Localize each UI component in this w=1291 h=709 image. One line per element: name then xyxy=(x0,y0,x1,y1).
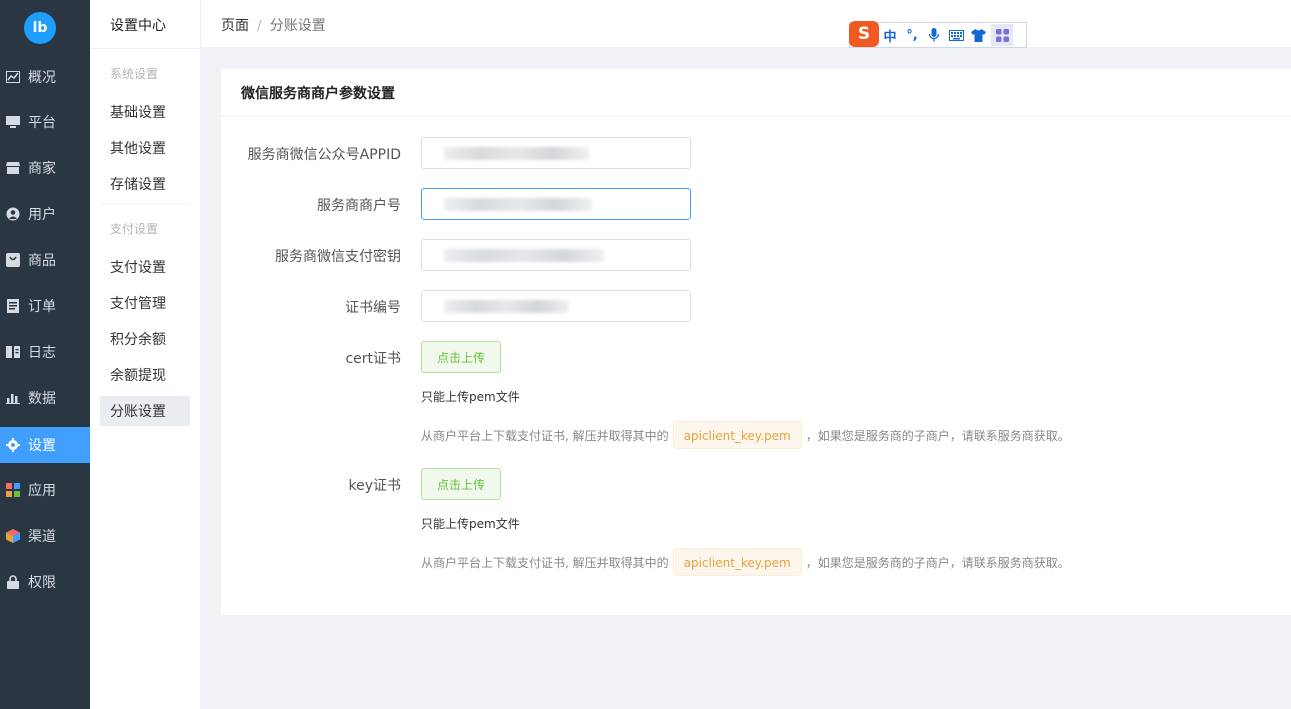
panel-title: 微信服务商商户参数设置 xyxy=(241,86,395,102)
top-header: 页面 / 分账设置 xyxy=(201,0,1291,48)
apps-icon xyxy=(6,483,20,497)
divider xyxy=(221,116,1291,117)
key-instruction: 从商户平台上下载支付证书, 解压并取得其中的 apiclient_key.pem… xyxy=(421,548,1070,576)
cube-icon xyxy=(6,529,20,543)
divider xyxy=(100,203,190,204)
instruction-text: 从商户平台上下载支付证书, 解压并取得其中的 xyxy=(421,428,669,443)
nav-label: 设置 xyxy=(28,438,56,454)
submenu-item-basic[interactable]: 基础设置 xyxy=(100,97,190,127)
nav-item-goods[interactable]: 商品 xyxy=(0,242,90,278)
nav-label: 权限 xyxy=(28,575,56,591)
order-icon xyxy=(6,299,20,313)
app-logo[interactable]: lb xyxy=(24,12,56,44)
ime-toolbar: S 中 °, xyxy=(849,21,1027,48)
bar-chart-icon xyxy=(6,391,20,405)
nav-label: 渠道 xyxy=(28,529,56,545)
redacted-value xyxy=(444,198,592,211)
field-label-key: key证书 xyxy=(348,478,401,494)
submenu-group-system: 系统设置 xyxy=(110,67,159,81)
submenu-item-payment-settings[interactable]: 支付设置 xyxy=(100,252,190,282)
key-upload-button[interactable]: 点击上传 xyxy=(421,468,501,500)
nav-item-user[interactable]: 用户 xyxy=(0,196,90,232)
nav-label: 订单 xyxy=(28,299,56,315)
field-label-pay-key: 服务商微信支付密钥 xyxy=(275,249,401,265)
nav-item-settings[interactable]: 设置 xyxy=(0,427,90,463)
nav-item-apps[interactable]: 应用 xyxy=(0,472,90,508)
breadcrumb-current: 分账设置 xyxy=(269,18,326,34)
settings-panel: 微信服务商商户参数设置 服务商微信公众号APPID 服务商商户号 服务商微信支付… xyxy=(221,69,1291,615)
redacted-value xyxy=(444,249,604,262)
nav-item-order[interactable]: 订单 xyxy=(0,288,90,324)
cert-upload-hint: 只能上传pem文件 xyxy=(421,390,520,404)
pay-key-input[interactable] xyxy=(421,239,691,271)
submenu-item-storage[interactable]: 存储设置 xyxy=(100,169,190,199)
user-icon xyxy=(6,207,20,221)
log-icon xyxy=(6,345,20,359)
instruction-text: 从商户平台上下载支付证书, 解压并取得其中的 xyxy=(421,555,669,570)
nav-item-platform[interactable]: 平台 xyxy=(0,104,90,140)
microphone-icon[interactable] xyxy=(923,24,945,46)
chart-icon xyxy=(6,70,20,84)
keyboard-icon[interactable] xyxy=(945,24,967,46)
cert-upload-button[interactable]: 点击上传 xyxy=(421,341,501,373)
nav-item-merchant[interactable]: 商家 xyxy=(0,150,90,186)
store-icon xyxy=(6,161,20,175)
nav-label: 日志 xyxy=(28,345,56,361)
sogou-logo-icon[interactable]: S xyxy=(849,21,879,47)
appid-input[interactable] xyxy=(421,137,691,169)
filename-tag: apiclient_key.pem xyxy=(672,548,802,576)
submenu-group-payment: 支付设置 xyxy=(110,222,159,236)
submenu-title: 设置中心 xyxy=(110,18,166,34)
nav-item-permission[interactable]: 权限 xyxy=(0,564,90,600)
redacted-value xyxy=(444,300,569,313)
nav-label: 数据 xyxy=(28,391,56,407)
nav-label: 商品 xyxy=(28,253,56,269)
field-label-cert-serial: 证书编号 xyxy=(345,300,401,316)
key-upload-hint: 只能上传pem文件 xyxy=(421,517,520,531)
field-label-appid: 服务商微信公众号APPID xyxy=(247,147,401,163)
instruction-text: ，如果您是服务商的子商户，请联系服务商获取。 xyxy=(805,428,1070,443)
cert-instruction: 从商户平台上下载支付证书, 解压并取得其中的 apiclient_key.pem… xyxy=(421,421,1070,449)
submenu-item-payment-management[interactable]: 支付管理 xyxy=(100,288,190,318)
redacted-value xyxy=(444,147,589,160)
submenu-item-balance-withdraw[interactable]: 余额提现 xyxy=(100,360,190,390)
nav-label: 商家 xyxy=(28,161,56,177)
monitor-icon xyxy=(6,115,20,129)
lock-icon xyxy=(6,575,20,589)
nav-item-log[interactable]: 日志 xyxy=(0,334,90,370)
nav-item-data[interactable]: 数据 xyxy=(0,380,90,416)
nav-label: 平台 xyxy=(28,115,56,131)
nav-item-channel[interactable]: 渠道 xyxy=(0,518,90,554)
cert-serial-input[interactable] xyxy=(421,290,691,322)
merchant-id-input[interactable] xyxy=(421,188,691,220)
gear-icon xyxy=(6,438,20,452)
skin-shirt-icon[interactable] xyxy=(967,24,989,46)
toolbox-icon[interactable] xyxy=(991,24,1013,46)
instruction-text: ，如果您是服务商的子商户，请联系服务商获取。 xyxy=(805,555,1070,570)
ime-language-toggle[interactable]: 中 xyxy=(879,24,901,46)
nav-item-overview[interactable]: 概况 xyxy=(0,59,90,95)
submenu-item-points-balance[interactable]: 积分余额 xyxy=(100,324,190,354)
divider xyxy=(90,48,201,49)
submenu-item-other[interactable]: 其他设置 xyxy=(100,133,190,163)
breadcrumb: 页面 / 分账设置 xyxy=(221,15,326,35)
nav-label: 用户 xyxy=(28,207,56,223)
ime-punctuation-toggle[interactable]: °, xyxy=(901,24,923,46)
nav-label: 应用 xyxy=(28,483,56,499)
filename-tag: apiclient_key.pem xyxy=(672,421,802,449)
submenu-item-profit-sharing[interactable]: 分账设置 xyxy=(100,396,190,426)
settings-submenu: 设置中心 系统设置 基础设置 其他设置 存储设置 支付设置 支付设置 支付管理 … xyxy=(90,0,201,709)
field-label-merchant-id: 服务商商户号 xyxy=(317,198,401,214)
breadcrumb-separator: / xyxy=(257,18,262,34)
field-label-cert: cert证书 xyxy=(345,351,401,367)
main-sidebar: lb 概况 平台 商家 用户 商品 订单 日志 数据 设置 应用 渠道 权限 xyxy=(0,0,90,709)
breadcrumb-root[interactable]: 页面 xyxy=(221,18,249,34)
nav-label: 概况 xyxy=(28,70,56,86)
goods-icon xyxy=(6,253,20,267)
